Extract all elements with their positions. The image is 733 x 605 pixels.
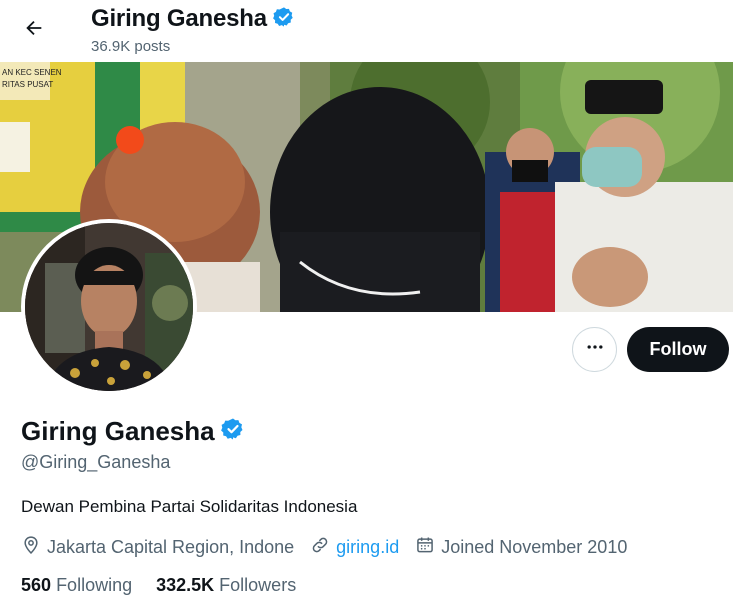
- header-name: Giring Ganesha: [91, 5, 267, 32]
- banner-sign-line1: AN KEC SENEN: [2, 68, 62, 77]
- profile-avatar[interactable]: [21, 219, 197, 395]
- profile-bio: Dewan Pembina Partai Solidaritas Indones…: [21, 497, 358, 516]
- verified-badge-icon: [273, 6, 295, 33]
- location-item: Jakarta Capital Region, Indone: [21, 535, 294, 560]
- header-name-row: Giring Ganesha: [91, 5, 295, 33]
- banner-sign-line2: RITAS PUSAT: [2, 80, 53, 89]
- posts-count: 36.9K posts: [91, 38, 171, 55]
- follow-button[interactable]: Follow: [627, 327, 729, 372]
- arrow-left-icon: [23, 17, 45, 44]
- followers-label: Followers: [219, 575, 297, 595]
- location-text: Jakarta Capital Region, Indone: [47, 537, 295, 557]
- followers-count: 332.5K: [156, 575, 215, 595]
- more-options-button[interactable]: [572, 327, 617, 372]
- joined-text: Joined November 2010: [441, 537, 628, 557]
- joined-item: Joined November 2010: [415, 535, 627, 560]
- top-bar: Giring Ganesha 36.9K posts: [0, 0, 733, 62]
- website-link[interactable]: giring.id: [336, 537, 399, 558]
- back-button[interactable]: [16, 12, 52, 48]
- profile-name: Giring Ganesha: [21, 416, 215, 446]
- profile-name-row: Giring Ganesha: [21, 416, 245, 447]
- followers-link[interactable]: 332.5K Followers: [156, 575, 296, 596]
- calendar-icon: [415, 535, 435, 560]
- profile-handle: @Giring_Ganesha: [21, 452, 171, 472]
- verified-badge-icon[interactable]: [220, 417, 245, 446]
- following-count: 560: [21, 575, 52, 595]
- more-horizontal-icon: [585, 337, 605, 362]
- profile-meta: Jakarta Capital Region, Indone giring.id…: [21, 535, 627, 560]
- following-link[interactable]: 560 Following: [21, 575, 132, 596]
- avatar-image: [25, 223, 193, 391]
- link-icon: [310, 535, 330, 560]
- location-pin-icon: [21, 535, 41, 560]
- following-label: Following: [56, 575, 133, 595]
- profile-stats: 560 Following 332.5K Followers: [21, 575, 320, 596]
- website-item[interactable]: giring.id: [310, 535, 399, 560]
